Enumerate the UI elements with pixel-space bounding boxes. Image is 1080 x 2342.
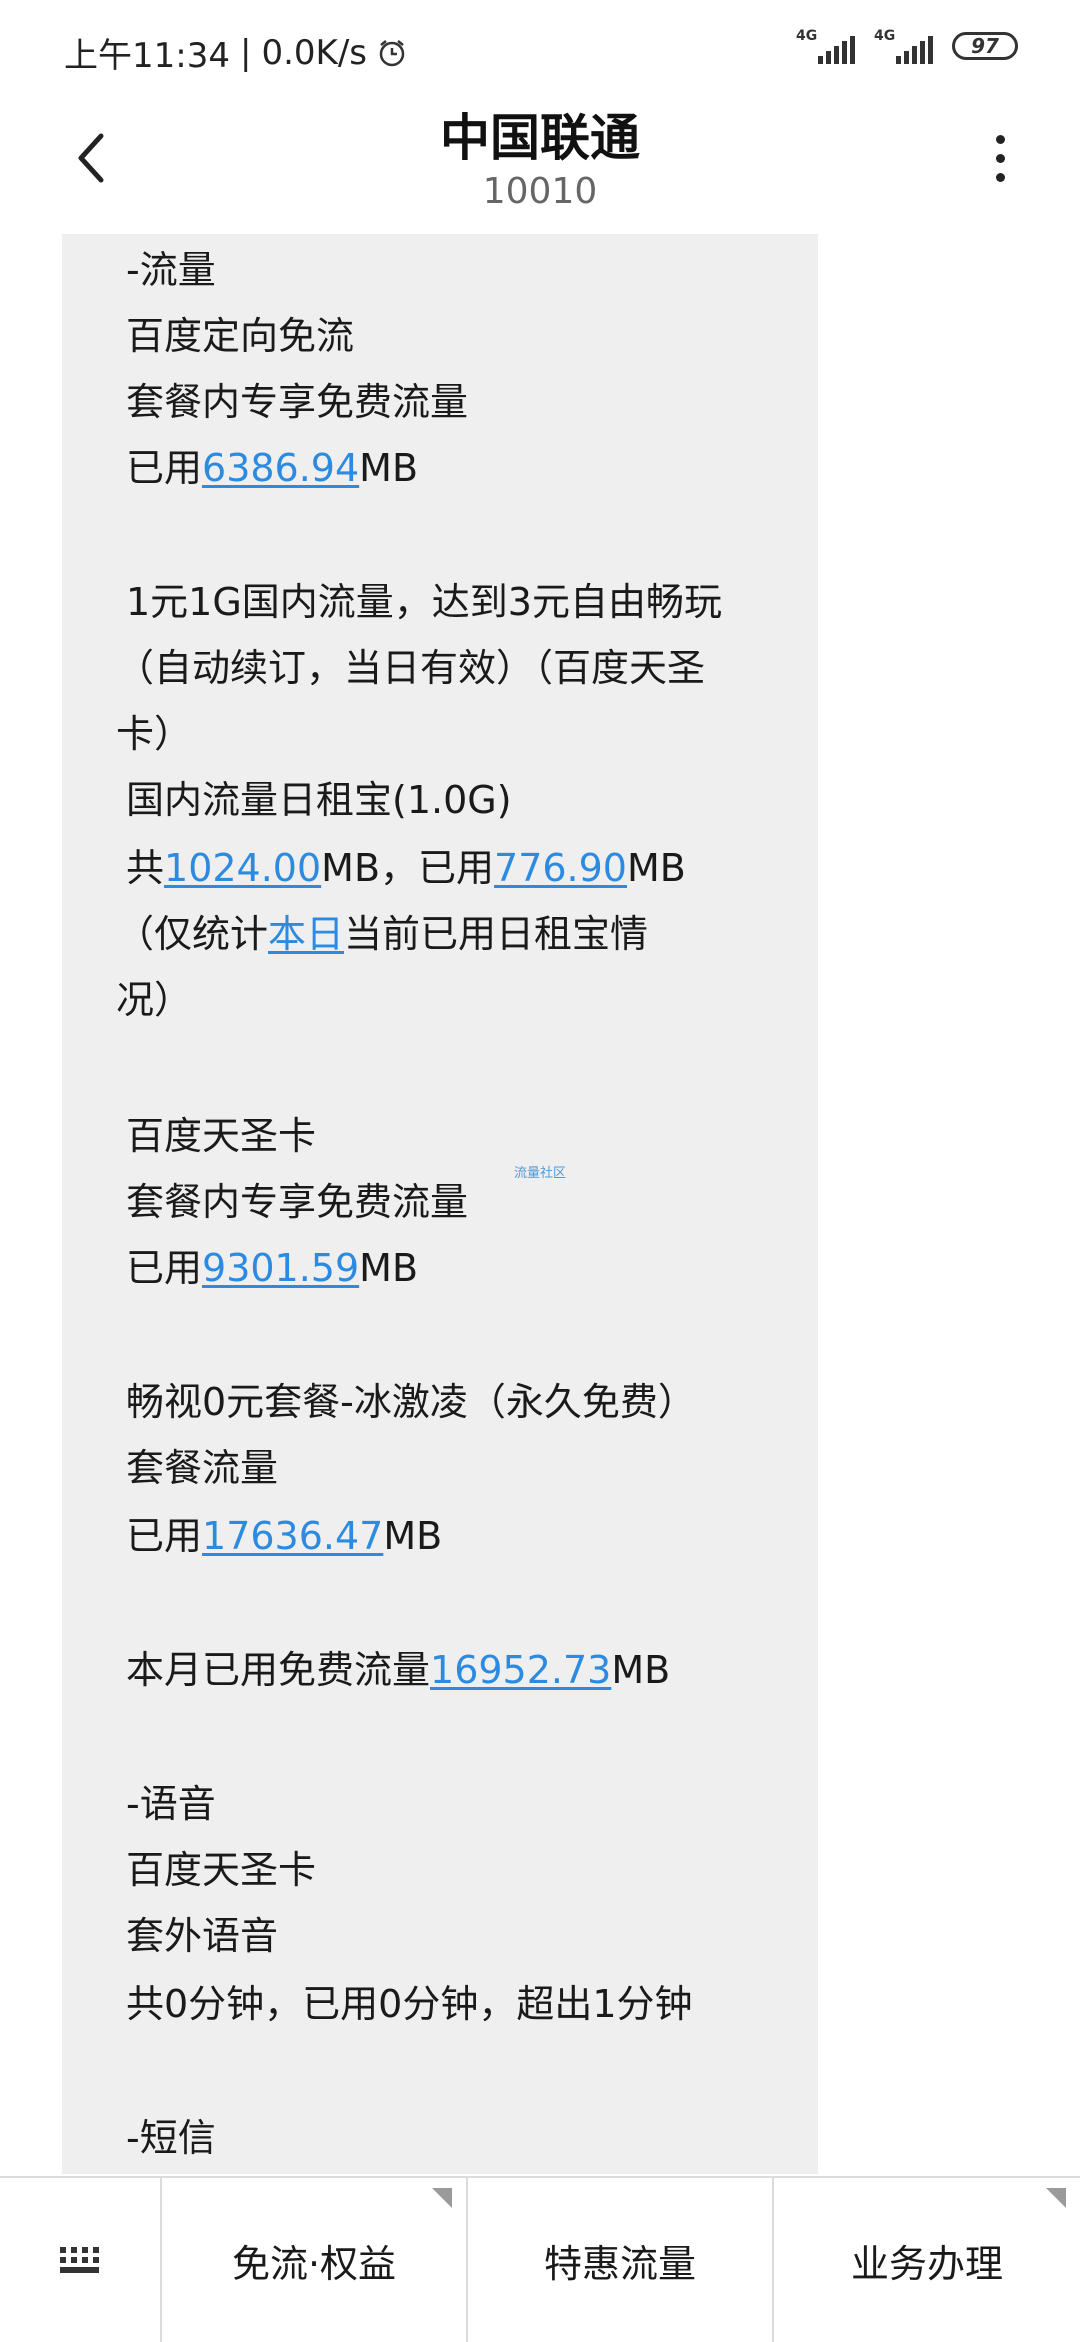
status-right: 4G 4G 97 [796, 28, 1018, 64]
line-text: MB [626, 846, 686, 890]
contact-name: 中国联通 [440, 109, 640, 167]
conversation-title: 中国联通 10010 [0, 106, 1080, 214]
line-text: （仅统计 [116, 912, 269, 956]
message-line: 共1024.00MB，已用776.90MB [126, 842, 686, 894]
message-line: -短信 [126, 2116, 216, 2160]
message-line: -语音 [126, 1782, 216, 1826]
menu-item-label: 业务办理 [850, 2241, 1003, 2286]
message-line: 已用6386.94MB [126, 442, 418, 494]
message-line: 况） [116, 978, 193, 1022]
message-line: 套餐内专享免费流量 [126, 380, 469, 424]
line-text: 已用 [126, 1246, 203, 1290]
watermark: 流量社区 [514, 1166, 567, 1181]
line-text: 当前已用日租宝情 [344, 912, 649, 956]
message-line: 已用17636.47MB [126, 1510, 442, 1562]
total-link[interactable]: 1024.00 [164, 846, 321, 890]
message-line: -流量 [126, 248, 216, 292]
menu-item-free-data[interactable]: 免流·权益 [162, 2178, 468, 2342]
line-text: MB [611, 1648, 671, 1692]
message-line: 畅视0元套餐-冰激凌（永久免费） [126, 1380, 696, 1424]
signal-bars-icon [818, 36, 855, 64]
keyboard-toggle-button[interactable] [0, 2178, 162, 2342]
message-line: 套餐流量 [126, 1446, 279, 1490]
more-dot-icon [995, 153, 1005, 163]
message-line: 百度定向免流 [126, 314, 355, 358]
app-bar: 中国联通 10010 [0, 100, 1080, 230]
status-left: 上午11:34 | 0.0K/s [64, 28, 407, 77]
message-line: 共0分钟，已用0分钟，超出1分钟 [126, 1982, 693, 2026]
alarm-clock-icon [379, 39, 405, 66]
line-text: MB，已用 [321, 846, 495, 890]
bottom-service-menu: 免流·权益 特惠流量 业务办理 [0, 2176, 1080, 2342]
more-dot-icon [995, 134, 1005, 144]
message-line: 套餐内专享免费流量 [126, 1180, 469, 1224]
status-time: 上午11:34 [64, 36, 230, 76]
menu-item-label: 免流·权益 [231, 2241, 397, 2286]
more-dot-icon [995, 172, 1005, 182]
submenu-indicator-icon [432, 2188, 452, 2208]
usage-link[interactable]: 6386.94 [202, 446, 359, 490]
usage-link[interactable]: 776.90 [494, 846, 627, 890]
menu-item-services[interactable]: 业务办理 [774, 2178, 1080, 2342]
submenu-indicator-icon [1046, 2188, 1066, 2208]
message-line: 卡） [116, 712, 193, 756]
message-line: 本月已用免费流量16952.73MB [126, 1644, 670, 1696]
battery-level: 97 [971, 34, 999, 58]
signal-sim1: 4G [796, 28, 856, 64]
line-text: MB [383, 1514, 443, 1558]
menu-item-special-data[interactable]: 特惠流量 [468, 2178, 774, 2342]
usage-link[interactable]: 9301.59 [202, 1246, 359, 1290]
line-text: 共 [126, 846, 165, 890]
status-bar: 上午11:34 | 0.0K/s 4G 4G 97 [0, 0, 1080, 100]
message-line: （自动续订，当日有效）（百度天圣 [116, 646, 706, 690]
status-separator: | [239, 32, 252, 73]
usage-link[interactable]: 16952.73 [430, 1648, 611, 1692]
signal-bars-icon [896, 36, 933, 64]
usage-link[interactable]: 17636.47 [202, 1514, 383, 1558]
signal-sim2: 4G [874, 28, 934, 64]
network-speed: 0.0K/s [261, 32, 367, 73]
message-bubble[interactable]: -流量 百度定向免流 套餐内专享免费流量 已用6386.94MB 1元1G国内流… [62, 234, 818, 2174]
message-line: 国内流量日租宝(1.0G) [126, 778, 512, 822]
line-text: MB [359, 1246, 419, 1290]
contact-number: 10010 [482, 171, 598, 212]
date-link[interactable]: 本日 [268, 912, 344, 956]
message-line: 百度天圣卡 [126, 1848, 317, 1892]
line-text: 已用 [126, 1514, 203, 1558]
message-line: （仅统计本日当前已用日租宝情 [116, 908, 648, 960]
line-text: 本月已用免费流量 [126, 1648, 431, 1692]
message-line: 已用9301.59MB [126, 1242, 418, 1294]
message-line: 套外语音 [126, 1914, 279, 1958]
line-text: MB [359, 446, 419, 490]
line-text: 已用 [126, 446, 203, 490]
more-options-button[interactable] [970, 128, 1030, 188]
message-line: 百度天圣卡 [126, 1114, 317, 1158]
message-line: 1元1G国内流量，达到3元自由畅玩 [126, 580, 722, 624]
battery-icon: 97 [952, 32, 1018, 60]
keyboard-icon [60, 2247, 99, 2273]
menu-item-label: 特惠流量 [543, 2241, 696, 2286]
